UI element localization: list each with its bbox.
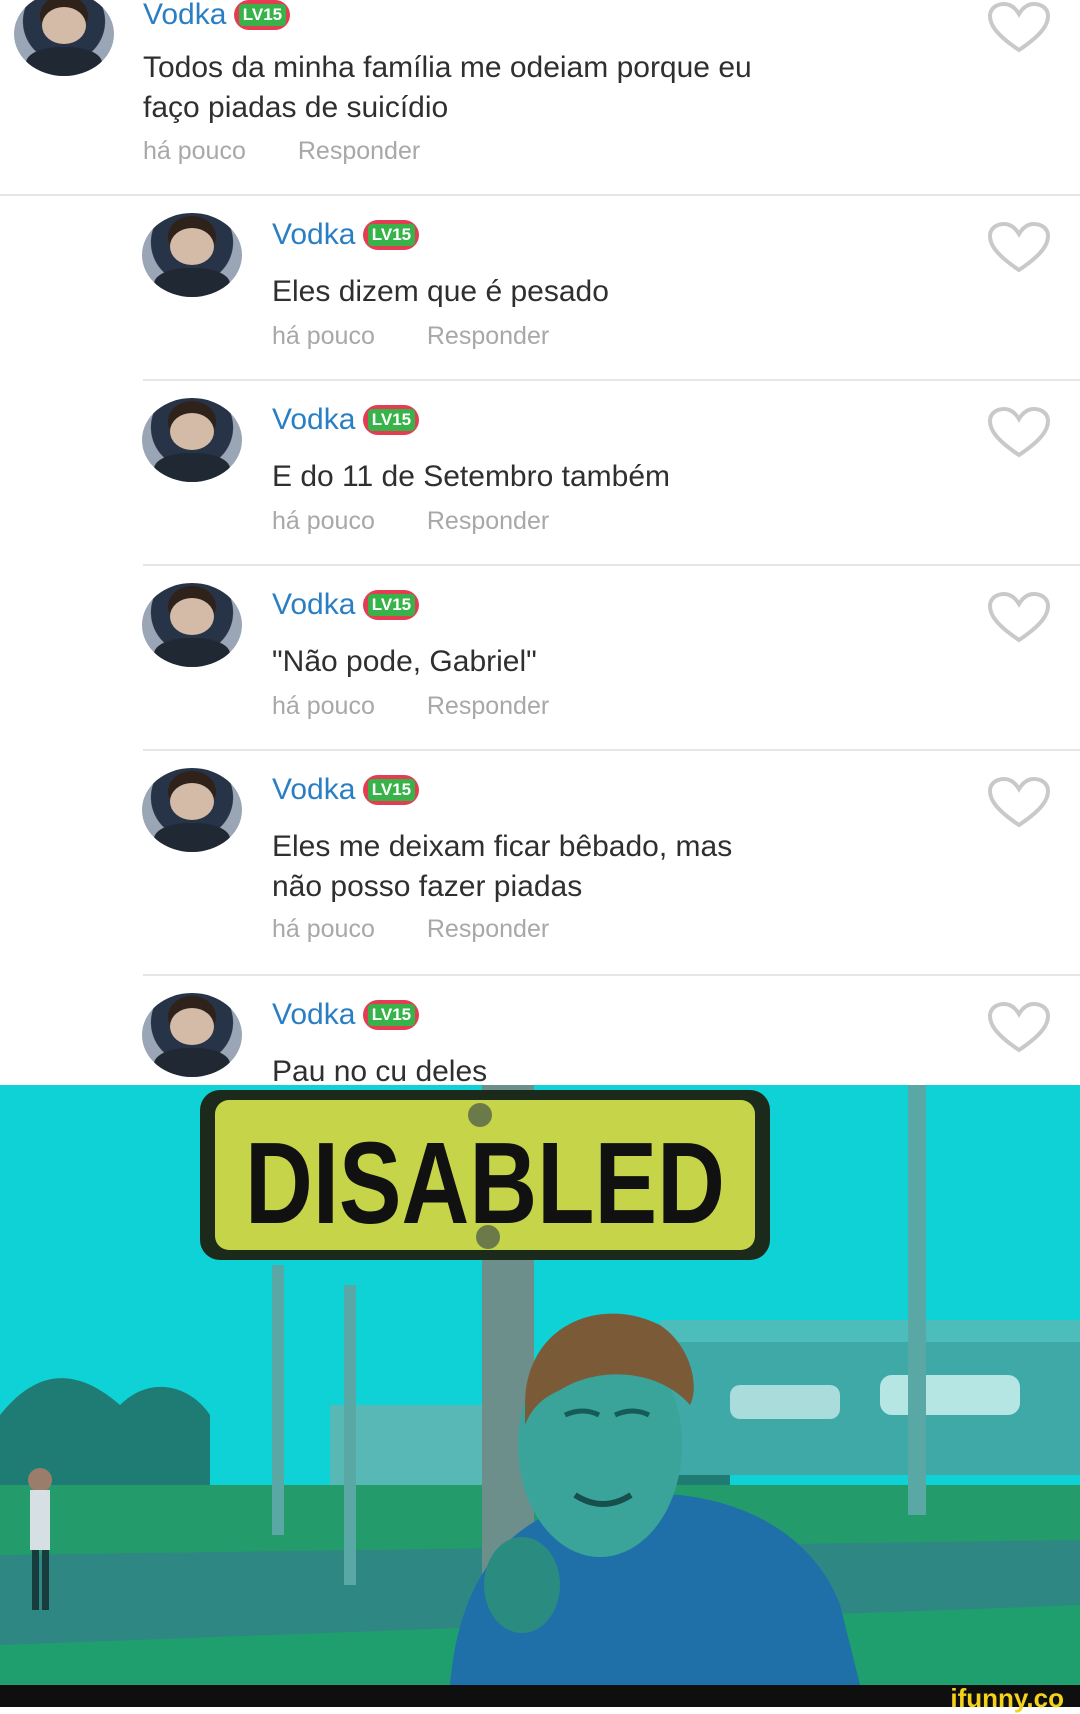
comment-text: Eles dizem que é pesado	[272, 275, 609, 308]
level-badge: LV15	[363, 220, 420, 250]
heart-icon[interactable]	[987, 222, 1051, 274]
comment-meta: há pouco Responder	[143, 137, 420, 166]
avatar[interactable]	[142, 993, 242, 1077]
reply-button[interactable]: Responder	[427, 507, 549, 536]
timestamp: há pouco	[272, 915, 375, 943]
comment-text: Todos da minha família me odeiam porque …	[143, 51, 752, 124]
level-badge: LV15	[363, 590, 420, 620]
level-badge: LV15	[363, 405, 420, 435]
watermark-bar: ifunny.co	[0, 1683, 1080, 1713]
reply-button[interactable]: Responder	[427, 692, 549, 721]
username[interactable]: Vodka	[272, 403, 355, 437]
comment-item: Vodka LV15 Eles me deixam ficar bêbado, …	[0, 750, 1080, 975]
comment-item: Vodka LV15 Eles dizem que é pesado há po…	[0, 195, 1080, 380]
heart-icon[interactable]	[987, 407, 1051, 459]
heart-icon[interactable]	[987, 592, 1051, 644]
level-badge: LV15	[363, 1000, 420, 1030]
username[interactable]: Vodka	[272, 588, 355, 622]
comment-meta: há pouco Responder	[272, 322, 549, 351]
username[interactable]: Vodka	[272, 218, 355, 252]
comment-item: Vodka LV15 "Não pode, Gabriel" há pouco …	[0, 565, 1080, 750]
comment-meta: há pouco Responder	[272, 507, 549, 536]
avatar[interactable]	[14, 0, 114, 76]
avatar[interactable]	[142, 213, 242, 297]
avatar[interactable]	[142, 398, 242, 482]
reply-button[interactable]: Responder	[427, 322, 549, 351]
comment-meta: há pouco Responder	[272, 692, 549, 721]
level-badge: LV15	[234, 0, 291, 30]
heart-icon[interactable]	[987, 777, 1051, 829]
timestamp: há pouco	[272, 692, 375, 720]
username[interactable]: Vodka	[143, 0, 226, 32]
disabled-sign-scene: DISABLED	[0, 1085, 1080, 1685]
heart-icon[interactable]	[987, 1002, 1051, 1054]
heart-icon[interactable]	[987, 2, 1051, 54]
ifunny-watermark: ifunny.co	[950, 1683, 1064, 1713]
username[interactable]: Vodka	[272, 773, 355, 807]
comment-item: Vodka LV15 Pau no cu deles	[0, 975, 1080, 1085]
comment-meta: há pouco Responder	[272, 915, 549, 944]
comment-text: E do 11 de Setembro também	[272, 460, 670, 493]
comment-text: Eles me deixam ficar bêbado, mas não pos…	[272, 830, 733, 903]
comment-text: "Não pode, Gabriel"	[272, 645, 537, 678]
meme-photo: DISABLED	[0, 1085, 1080, 1685]
comment-item: Vodka LV15 Todos da minha família me ode…	[0, 0, 1080, 195]
timestamp: há pouco	[272, 322, 375, 350]
comment-text: Pau no cu deles	[272, 1055, 488, 1085]
reply-button[interactable]: Responder	[427, 915, 549, 944]
avatar[interactable]	[142, 768, 242, 852]
comment-list: Vodka LV15 Todos da minha família me ode…	[0, 0, 1080, 1085]
timestamp: há pouco	[143, 137, 246, 165]
timestamp: há pouco	[272, 507, 375, 535]
avatar[interactable]	[142, 583, 242, 667]
reply-button[interactable]: Responder	[298, 137, 420, 166]
username[interactable]: Vodka	[272, 998, 355, 1032]
level-badge: LV15	[363, 775, 420, 805]
comment-item: Vodka LV15 E do 11 de Setembro também há…	[0, 380, 1080, 565]
